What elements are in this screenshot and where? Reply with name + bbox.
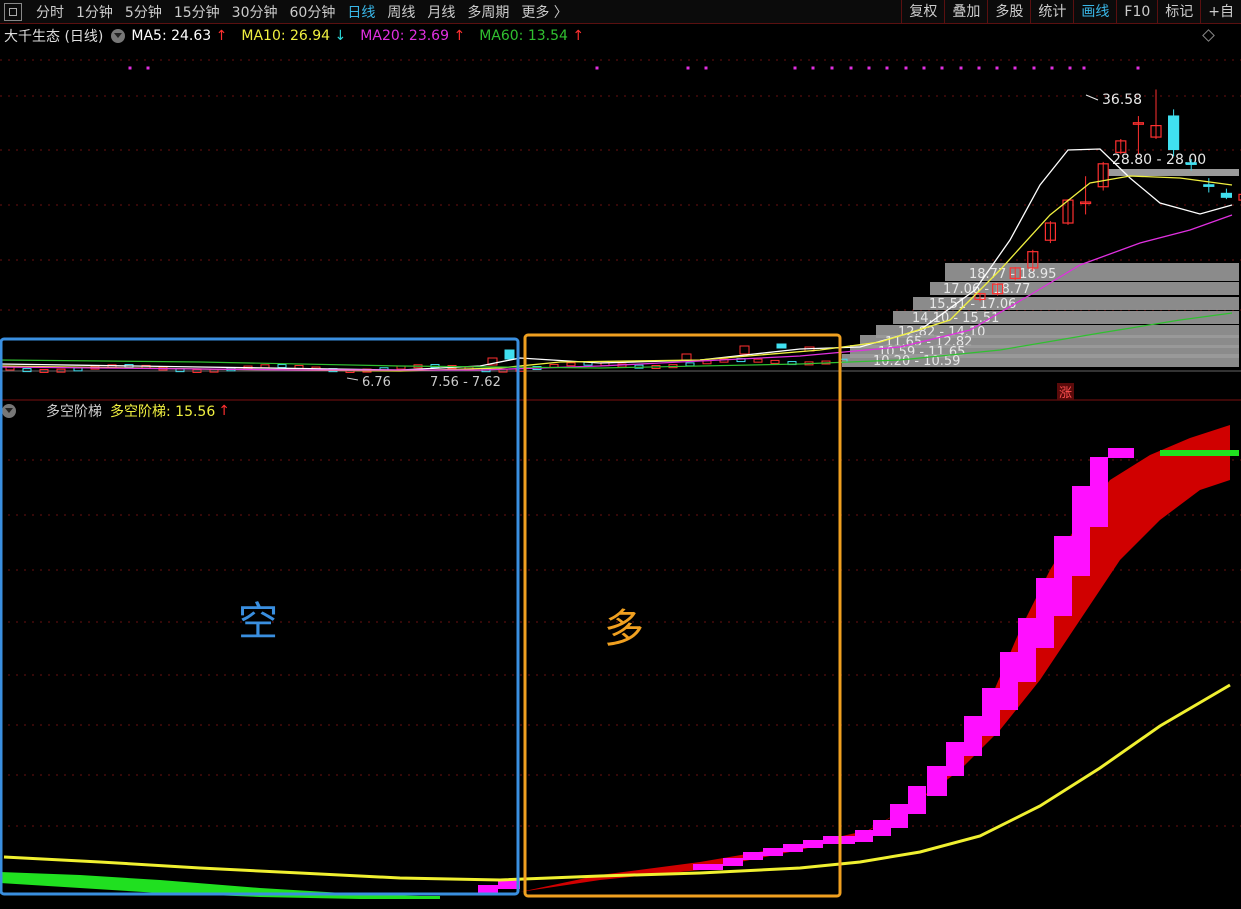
signal-dot: [128, 66, 132, 70]
signal-dot: [1032, 66, 1036, 70]
step-block: [763, 848, 783, 856]
candle-body: [22, 368, 32, 373]
candle-body: [753, 358, 763, 363]
step-block: [693, 864, 723, 870]
step-block: [890, 804, 908, 828]
step-block: [783, 844, 803, 852]
signal-dot: [904, 66, 908, 70]
signal-dot: [922, 66, 926, 70]
low-range-label: 7.56 - 7.62: [430, 375, 501, 390]
signal-dot: [959, 66, 963, 70]
signal-dot: [793, 66, 797, 70]
step-block: [982, 688, 1000, 736]
indicator-line: [3, 683, 1231, 882]
zhang-label: 涨: [1059, 386, 1072, 401]
signal-dot: [1136, 66, 1140, 70]
volume-profile-label: 17.06 - 18.77: [943, 282, 1030, 297]
low-price-label: 6.76: [362, 375, 391, 390]
low-pointer: [346, 377, 359, 381]
signal-dot: [811, 66, 815, 70]
candle-body: [776, 343, 787, 349]
step-block: [1090, 457, 1108, 527]
signal-dot: [885, 66, 889, 70]
candle-body: [770, 359, 780, 364]
bull-zone-box: [523, 333, 842, 898]
signal-dot: [595, 66, 599, 70]
candle-body: [739, 345, 750, 355]
step-block: [1000, 652, 1018, 710]
step-block: [964, 716, 982, 756]
step-block: [1072, 486, 1090, 576]
signal-dot: [830, 66, 834, 70]
volume-profile-label: 15.51 - 17.06: [929, 297, 1016, 312]
signal-dot: [849, 66, 853, 70]
candle-body: [1220, 192, 1233, 198]
signal-dot: [1013, 66, 1017, 70]
step-block: [1054, 536, 1072, 616]
signal-dot: [995, 66, 999, 70]
candle-body: [681, 353, 692, 361]
step-block: [1018, 618, 1036, 682]
candle-body: [277, 364, 287, 369]
green-step: [1160, 450, 1239, 456]
candle-body: [504, 349, 515, 360]
signal-dot: [686, 66, 690, 70]
step-block: [908, 786, 926, 814]
bull-zone-label: 多: [604, 606, 644, 652]
signal-dot: [867, 66, 871, 70]
candle-body: [1185, 162, 1197, 165]
signal-dot: [704, 66, 708, 70]
signal-dot: [1082, 66, 1086, 70]
step-block: [803, 840, 823, 848]
chart-canvas: 18.77 - 18.9517.06 - 18.7715.51 - 17.061…: [0, 59, 1241, 899]
volume-profile-label: 14.10 - 15.51: [912, 311, 999, 326]
signal-dot: [146, 66, 150, 70]
signal-dot: [940, 66, 944, 70]
candle-body: [566, 362, 576, 367]
candle-body: [685, 362, 695, 367]
step-block: [1108, 448, 1134, 458]
step-block: [1036, 578, 1054, 648]
signal-dot: [977, 66, 981, 70]
candle-body: [1167, 115, 1180, 151]
step-block: [873, 820, 891, 836]
step-block: [855, 830, 873, 842]
step-block: [927, 766, 947, 796]
bear-zone-label: 空: [238, 599, 278, 645]
step-block: [723, 858, 743, 866]
volume-profile-label: 10.20 - 10.59: [873, 354, 960, 369]
resistance-label: 28.80 - 28.00: [1112, 152, 1206, 168]
signal-dot: [1050, 66, 1054, 70]
candle-body: [1203, 184, 1215, 187]
step-block: [478, 885, 498, 893]
signal-dot: [1068, 66, 1072, 70]
step-block: [743, 852, 763, 860]
high-price-label: 36.58: [1102, 92, 1142, 108]
step-block: [946, 742, 964, 776]
